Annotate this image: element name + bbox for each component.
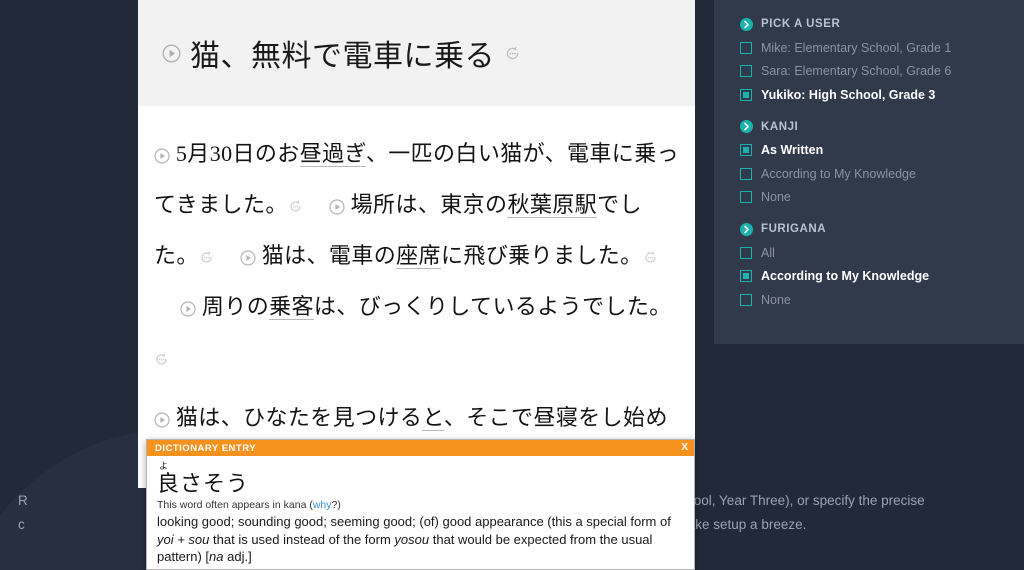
checkbox-icon[interactable] — [740, 65, 752, 78]
checkbox-checked-icon[interactable] — [740, 144, 752, 157]
sentence-text: 猫は、電車の — [261, 243, 397, 268]
page-title: 猫、無料で電車に乗る — [190, 40, 495, 73]
replay-speech-icon[interactable] — [154, 352, 169, 367]
option-label: All — [761, 245, 775, 260]
play-circle-icon[interactable] — [162, 44, 181, 63]
sentence-text: 場所は、東京の — [350, 192, 508, 217]
dictionary-kana-note: This word often appears in kana (why?) — [157, 499, 684, 512]
dictionary-popup-header: DICTIONARY ENTRY X — [147, 440, 694, 456]
option-label: According to My Knowledge — [761, 269, 930, 283]
option-kanji-according-to-my-knowledge[interactable]: According to My Knowledge — [714, 162, 1024, 186]
settings-group-furigana: FURIGANA All According to My Knowledge N… — [714, 219, 1024, 312]
dictionary-popup-title: DICTIONARY ENTRY — [155, 442, 257, 454]
group-header-furigana[interactable]: FURIGANA — [714, 219, 1024, 241]
sentence-text: に飛び乗りました。 — [440, 243, 643, 268]
option-furigana-none[interactable]: None — [714, 288, 1024, 312]
option-furigana-according-to-my-knowledge[interactable]: According to My Knowledge — [714, 265, 1024, 289]
app-root: R chool, Year Three), or specify the pre… — [0, 0, 1024, 570]
sentence-underlined[interactable]: 昼過ぎ — [299, 141, 366, 167]
replay-speech-icon[interactable] — [288, 199, 303, 214]
sentence-text: は、びっくりしているようでした。 — [313, 294, 672, 319]
option-user-mike[interactable]: Mike: Elementary School, Grade 1 — [714, 36, 1024, 60]
group-title: KANJI — [761, 120, 799, 133]
option-label: As Written — [761, 143, 824, 157]
close-icon[interactable]: X — [681, 443, 688, 453]
reader-panel: 猫、無料で電車に乗る 5月30日のお昼過ぎ、一匹の白い猫が、電車に乗ってきました… — [138, 0, 695, 488]
checkbox-icon[interactable] — [740, 41, 752, 54]
why-link[interactable]: why — [313, 499, 332, 511]
bg-copy-line1-left: R — [18, 493, 28, 508]
option-label: None — [761, 190, 791, 204]
sentence-text: 猫は、ひなたを見つける — [175, 405, 423, 430]
group-header-pick-a-user[interactable]: PICK A USER — [714, 14, 1024, 36]
play-circle-icon[interactable] — [154, 412, 170, 428]
settings-group-kanji: KANJI As Written According to My Knowled… — [714, 117, 1024, 210]
option-label: Yukiko: High School, Grade 3 — [761, 87, 936, 102]
checkbox-icon[interactable] — [740, 191, 752, 204]
story-body: 5月30日のお昼過ぎ、一匹の白い猫が、電車に乗ってきました。 場所は、東京の秋葉… — [138, 106, 695, 494]
checkbox-checked-icon[interactable] — [740, 270, 752, 283]
kana-note-suffix: ?) — [331, 499, 341, 511]
option-kanji-as-written[interactable]: As Written — [714, 139, 1024, 163]
dictionary-definition: looking good; sounding good; seeming goo… — [157, 514, 671, 564]
group-title: PICK A USER — [761, 18, 841, 30]
option-label: According to My Knowledge — [761, 166, 916, 181]
chevron-circle-icon — [740, 222, 753, 236]
play-circle-icon[interactable] — [180, 301, 196, 317]
kana-note-prefix: This word often appears in kana ( — [157, 499, 313, 511]
bg-copy-line2-left: c — [18, 517, 25, 532]
sentence-underlined[interactable]: 秋葉原駅 — [507, 192, 598, 218]
chevron-circle-icon — [740, 120, 753, 133]
group-title: FURIGANA — [761, 223, 827, 235]
replay-speech-icon[interactable] — [199, 250, 214, 265]
chevron-circle-icon — [740, 17, 753, 31]
dictionary-headword: 良さそう — [157, 471, 250, 496]
sentence-text: 周りの — [201, 294, 270, 319]
option-label: None — [761, 292, 791, 307]
furigana-reading: よ — [159, 461, 169, 471]
replay-speech-icon[interactable] — [643, 250, 658, 265]
play-circle-icon[interactable] — [240, 250, 256, 266]
option-label: Sara: Elementary School, Grade 6 — [761, 64, 952, 78]
option-label: Mike: Elementary School, Grade 1 — [761, 40, 952, 55]
settings-panel: PICK A USER Mike: Elementary School, Gra… — [714, 0, 1024, 344]
play-circle-icon[interactable] — [329, 199, 345, 215]
option-kanji-none[interactable]: None — [714, 186, 1024, 210]
bg-copy-line1-right: chool, Year Three), or specify the preci… — [679, 493, 925, 508]
checkbox-icon[interactable] — [740, 167, 752, 180]
group-header-kanji[interactable]: KANJI — [714, 117, 1024, 139]
sentence-underlined[interactable]: 座席 — [396, 243, 441, 269]
settings-group-pick-a-user: PICK A USER Mike: Elementary School, Gra… — [714, 14, 1024, 107]
story-title-bar: 猫、無料で電車に乗る — [138, 0, 695, 106]
sentence-underlined[interactable]: 乗客 — [269, 294, 314, 320]
sentence-text: 5月30日のお — [175, 141, 300, 166]
replay-speech-icon[interactable] — [504, 45, 521, 62]
checkbox-checked-icon[interactable] — [740, 88, 752, 101]
option-furigana-all[interactable]: All — [714, 241, 1024, 265]
option-user-yukiko[interactable]: Yukiko: High School, Grade 3 — [714, 83, 1024, 107]
checkbox-icon[interactable] — [740, 293, 752, 306]
dictionary-popup-body: よ 良さそう This word often appears in kana (… — [147, 456, 694, 566]
dictionary-entry-popup: DICTIONARY ENTRY X よ 良さそう This word ofte… — [146, 439, 695, 570]
sentence-underlined[interactable]: と — [422, 405, 444, 431]
checkbox-icon[interactable] — [740, 246, 752, 259]
play-circle-icon[interactable] — [154, 148, 170, 164]
bg-copy-line2-right: make setup a breeze. — [676, 517, 807, 532]
option-user-sara[interactable]: Sara: Elementary School, Grade 6 — [714, 60, 1024, 84]
story-paragraph: 5月30日のお昼過ぎ、一匹の白い猫が、電車に乗ってきました。 場所は、東京の秋葉… — [154, 128, 681, 383]
